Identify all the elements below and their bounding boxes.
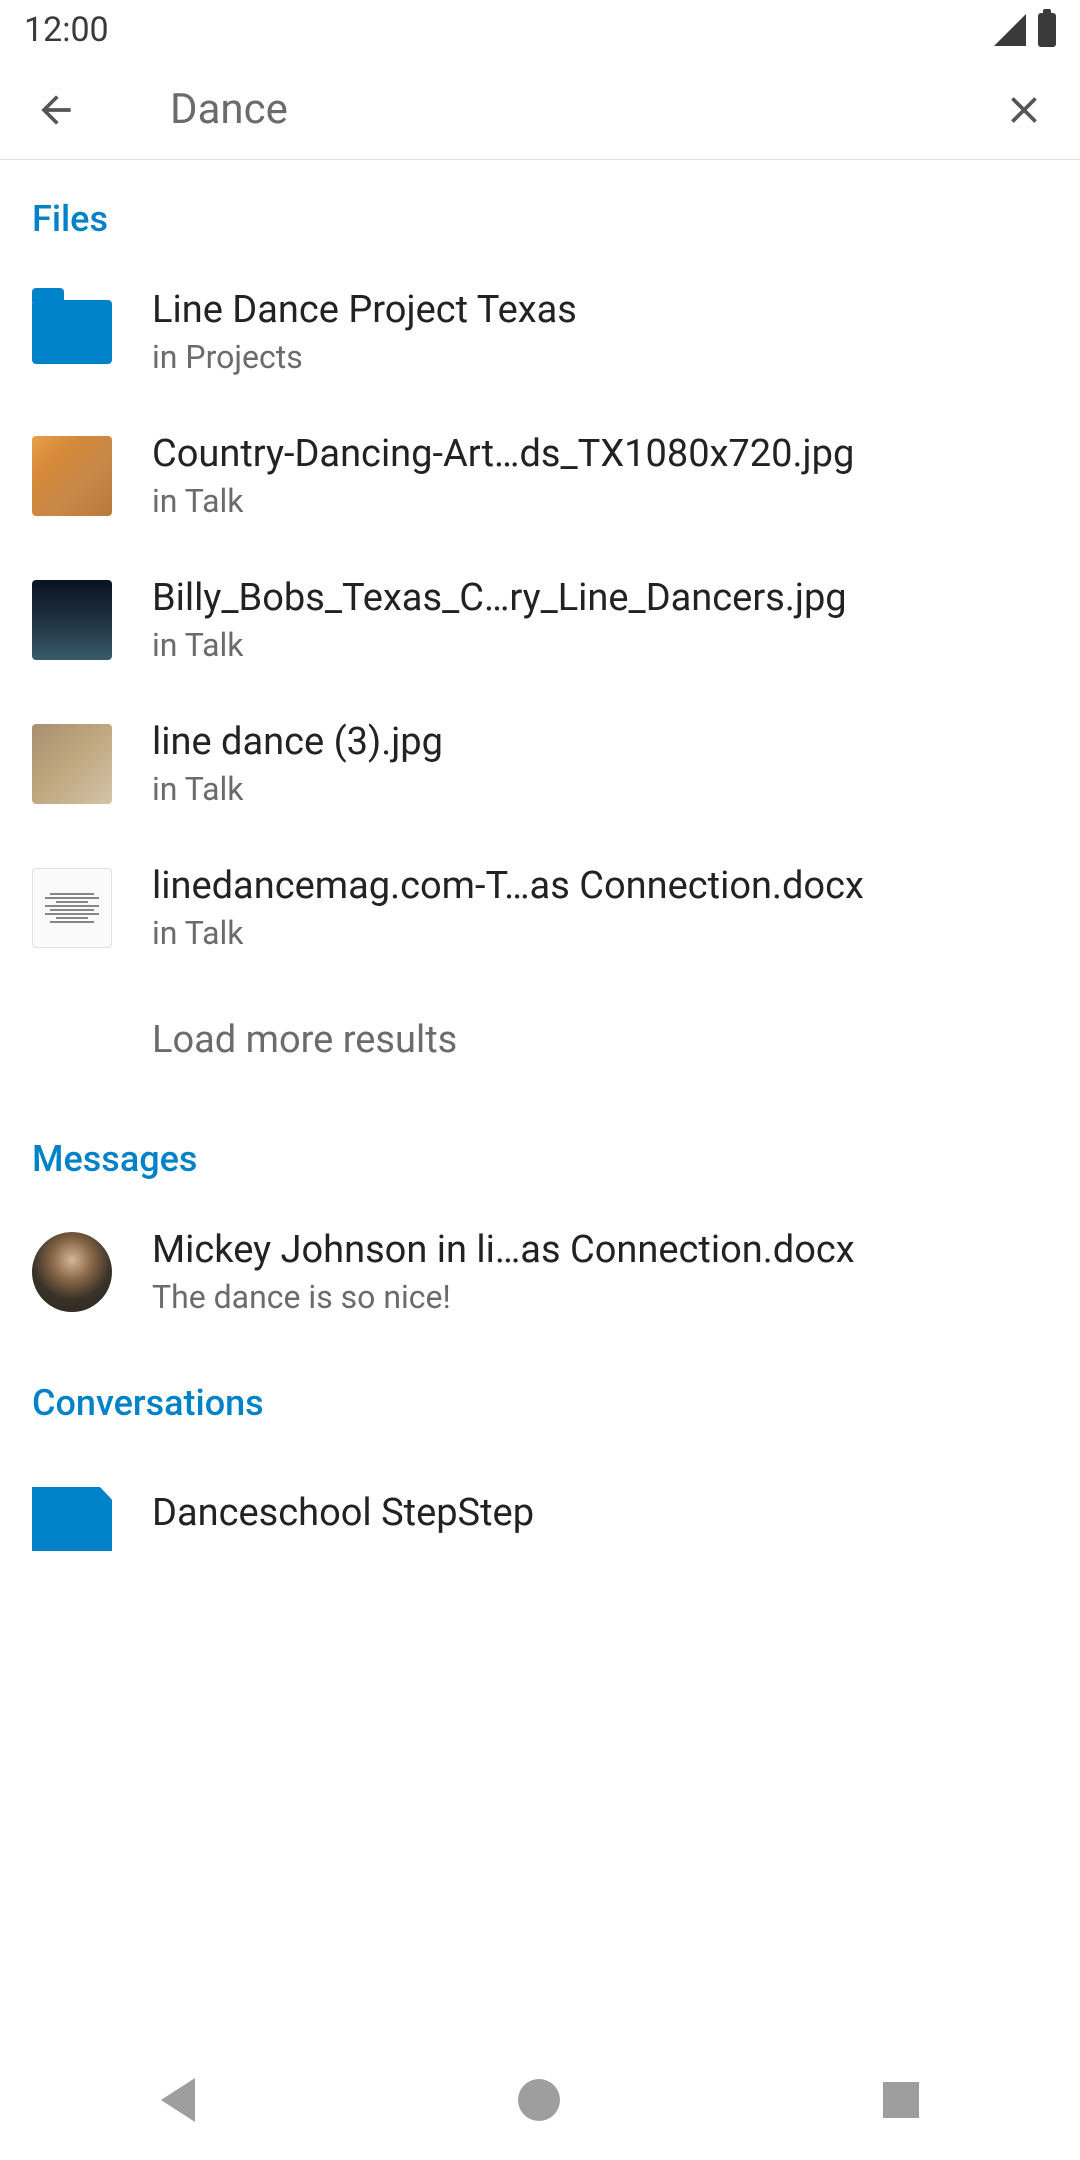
results-content: Files Line Dance Project Texas in Projec…	[0, 160, 1080, 1588]
document-thumbnail	[32, 868, 112, 948]
signal-icon	[994, 14, 1026, 46]
file-location: in Talk	[152, 770, 1048, 808]
nav-back-button[interactable]	[161, 2078, 195, 2122]
section-header-messages: Messages	[32, 1100, 1048, 1200]
image-thumbnail	[32, 580, 112, 660]
file-result-content: line dance (3).jpg in Talk	[152, 720, 1048, 808]
file-result-content: linedancemag.com-T…as Connection.docx in…	[152, 864, 1048, 952]
file-result-image[interactable]: line dance (3).jpg in Talk	[32, 692, 1048, 836]
section-header-conversations: Conversations	[32, 1344, 1048, 1444]
section-header-files: Files	[32, 160, 1048, 260]
file-location: in Talk	[152, 482, 1048, 520]
search-input[interactable]: Dance	[170, 85, 1000, 134]
folder-icon	[32, 292, 112, 372]
nav-home-button[interactable]	[518, 2079, 560, 2121]
status-icons	[994, 13, 1056, 47]
message-result[interactable]: Mickey Johnson in li…as Connection.docx …	[32, 1200, 1048, 1344]
avatar	[32, 1232, 112, 1312]
file-result-content: Line Dance Project Texas in Projects	[152, 288, 1048, 376]
clear-search-button[interactable]	[1000, 86, 1048, 134]
message-preview: The dance is so nice!	[152, 1278, 1048, 1316]
file-location: in Talk	[152, 914, 1048, 952]
nav-recent-button[interactable]	[883, 2082, 919, 2118]
conversation-icon	[32, 1487, 112, 1551]
battery-icon	[1038, 13, 1056, 47]
image-thumbnail	[32, 436, 112, 516]
file-location: in Projects	[152, 338, 1048, 376]
status-time: 12:00	[24, 10, 109, 50]
conversation-result-content: Danceschool StepStep	[152, 1491, 1048, 1541]
message-title: Mickey Johnson in li…as Connection.docx	[152, 1228, 1048, 1272]
load-more-results[interactable]: Load more results	[32, 980, 1048, 1100]
file-result-content: Country-Dancing-Art…ds_TX1080x720.jpg in…	[152, 432, 1048, 520]
file-result-image[interactable]: Country-Dancing-Art…ds_TX1080x720.jpg in…	[32, 404, 1048, 548]
load-more-label: Load more results	[152, 1018, 457, 1062]
image-thumbnail	[32, 724, 112, 804]
app-bar: Dance	[0, 60, 1080, 160]
status-bar: 12:00	[0, 0, 1080, 60]
file-result-image[interactable]: Billy_Bobs_Texas_C…ry_Line_Dancers.jpg i…	[32, 548, 1048, 692]
message-result-content: Mickey Johnson in li…as Connection.docx …	[152, 1228, 1048, 1316]
file-title: Country-Dancing-Art…ds_TX1080x720.jpg	[152, 432, 1048, 476]
back-button[interactable]	[32, 86, 80, 134]
file-title: line dance (3).jpg	[152, 720, 1048, 764]
conversation-title: Danceschool StepStep	[152, 1491, 1048, 1535]
file-result-folder[interactable]: Line Dance Project Texas in Projects	[32, 260, 1048, 404]
conversation-result[interactable]: Danceschool StepStep	[32, 1444, 1048, 1588]
file-title: Billy_Bobs_Texas_C…ry_Line_Dancers.jpg	[152, 576, 1048, 620]
file-result-document[interactable]: linedancemag.com-T…as Connection.docx in…	[32, 836, 1048, 980]
file-location: in Talk	[152, 626, 1048, 664]
navigation-bar	[0, 2040, 1080, 2160]
arrow-back-icon	[34, 88, 78, 132]
file-title: linedancemag.com-T…as Connection.docx	[152, 864, 1048, 908]
file-title: Line Dance Project Texas	[152, 288, 1048, 332]
file-result-content: Billy_Bobs_Texas_C…ry_Line_Dancers.jpg i…	[152, 576, 1048, 664]
close-icon	[1002, 88, 1046, 132]
